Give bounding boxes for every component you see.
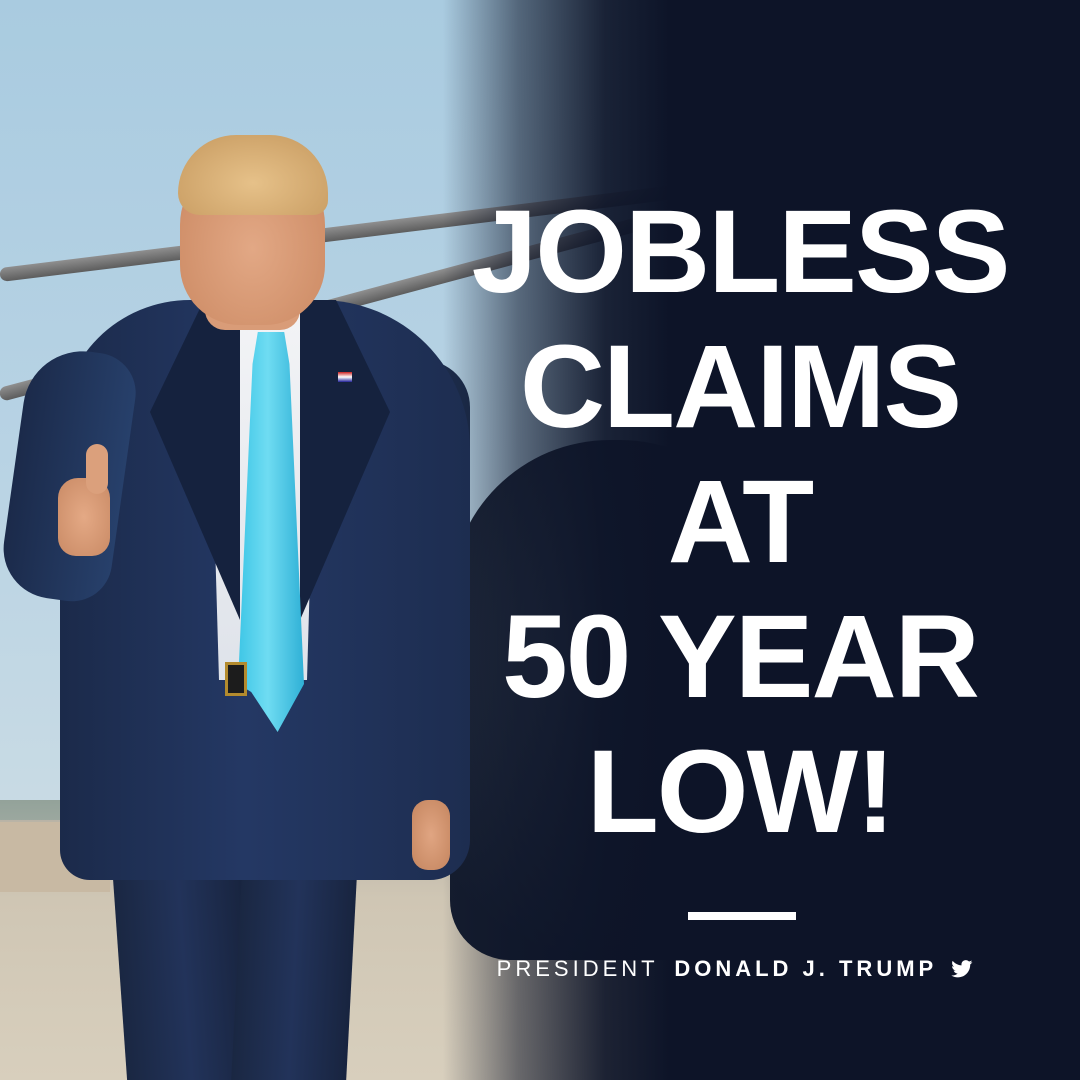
belt-buckle bbox=[225, 662, 247, 696]
twitter-bird-icon bbox=[951, 958, 973, 984]
social-graphic: JOBLESS CLAIMS AT 50 YEAR LOW! PRESIDENT… bbox=[0, 0, 1080, 1080]
hair bbox=[178, 135, 328, 215]
headline-line: CLAIMS bbox=[519, 321, 962, 453]
headline: JOBLESS CLAIMS AT 50 YEAR LOW! bbox=[430, 185, 1050, 860]
headline-line: JOBLESS bbox=[471, 186, 1011, 318]
thumbs-up-icon bbox=[86, 444, 108, 494]
byline-title: PRESIDENT bbox=[496, 956, 659, 981]
headline-line: AT bbox=[667, 456, 815, 588]
headline-line: LOW! bbox=[586, 726, 896, 858]
headline-line: 50 YEAR bbox=[502, 591, 980, 723]
divider bbox=[688, 912, 796, 920]
byline-name: DONALD J. TRUMP bbox=[674, 956, 938, 981]
byline: PRESIDENT DONALD J. TRUMP bbox=[420, 956, 1050, 984]
flag-lapel-pin bbox=[338, 372, 352, 382]
